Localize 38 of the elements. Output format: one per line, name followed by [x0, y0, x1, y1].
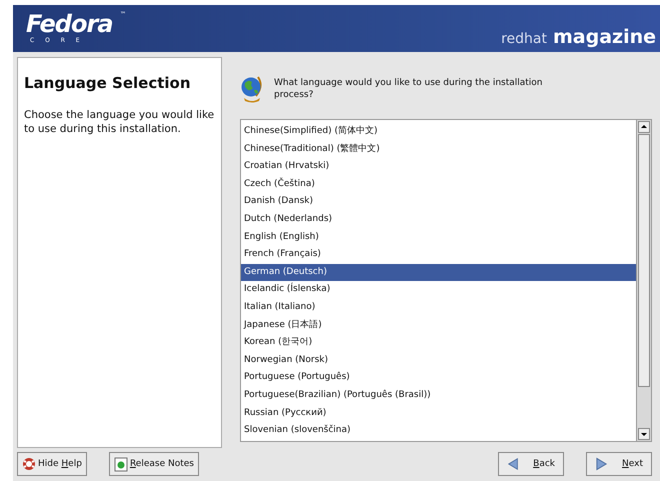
scroll-thumb[interactable] [638, 134, 650, 387]
scroll-up-icon[interactable] [638, 121, 650, 133]
language-item[interactable]: Danish (Dansk) [241, 193, 636, 211]
lifebuoy-icon [22, 457, 36, 471]
language-item[interactable]: Japanese (日本語) [241, 316, 636, 334]
language-item[interactable]: Italian (Italiano) [241, 298, 636, 317]
scrollbar[interactable] [637, 119, 652, 442]
language-item[interactable]: German (Deutsch) [241, 264, 636, 282]
language-item[interactable]: Portuguese (Português) [241, 369, 636, 387]
language-item[interactable]: Chinese(Simplified) (简体中文) [241, 123, 636, 141]
language-item[interactable]: Icelandic (Íslenska) [241, 281, 636, 299]
language-item[interactable]: Croatian (Hrvatski) [241, 158, 636, 176]
language-item[interactable]: French (Français) [241, 246, 636, 264]
brand-text: redhat [501, 31, 547, 47]
language-item[interactable]: Chinese(Traditional) (繁體中文) [241, 140, 636, 158]
globe-icon [240, 74, 264, 104]
back-button[interactable]: Back [498, 452, 564, 476]
language-item[interactable]: Czech (Čeština) [241, 176, 636, 194]
question-text: What language would you like to use during the installation process? [274, 77, 544, 101]
brand-title: magazine [552, 26, 656, 48]
hide-help-button[interactable]: Hide Help [17, 452, 87, 476]
help-text: Choose the language you would like to use during this installation. [24, 108, 215, 136]
release-notes-button[interactable]: Release Notes [108, 452, 199, 476]
left-arrow-icon [507, 457, 520, 471]
language-item[interactable]: Dutch (Nederlands) [241, 210, 636, 229]
help-title: Language Selection [24, 74, 192, 92]
language-item[interactable]: Norwegian (Norsk) [241, 352, 636, 370]
document-icon [114, 456, 128, 472]
language-item[interactable]: English (English) [241, 228, 636, 246]
scroll-down-icon[interactable] [638, 428, 650, 440]
language-item[interactable]: Portuguese(Brazilian) (Português (Brasil)) [241, 386, 636, 404]
language-item[interactable]: Korean (한국어) [241, 334, 636, 352]
right-arrow-icon [595, 457, 608, 471]
fedora-logo-text: Fedora [26, 11, 113, 37]
language-item[interactable]: Russian (Русский) [241, 404, 636, 422]
language-list[interactable] [240, 119, 637, 442]
next-button[interactable]: Next [586, 452, 652, 476]
language-item[interactable]: Slovenian (slovenščina) [241, 422, 636, 440]
